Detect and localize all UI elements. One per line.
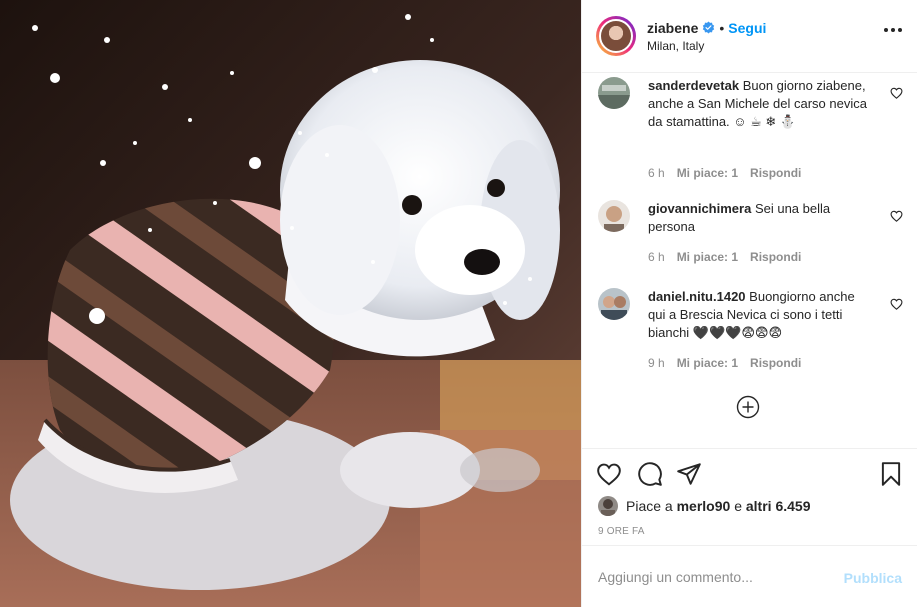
comment-avatar[interactable] <box>598 77 630 109</box>
header-separator: • <box>719 19 725 36</box>
comment-username[interactable]: daniel.nitu.1420 <box>648 289 746 304</box>
comment-meta: 9 h Mi piace: 1 Rispondi <box>648 356 801 370</box>
likes-others-count[interactable]: altri 6.459 <box>746 498 811 514</box>
comment-time[interactable]: 6 h <box>648 166 665 180</box>
comment-reply-button[interactable]: Rispondi <box>750 356 801 370</box>
header-top-line: ziabene • Segui <box>647 20 766 36</box>
comment-meta: 6 h Mi piace: 1 Rispondi <box>648 166 801 180</box>
action-bar <box>582 448 917 499</box>
comment-body: sanderdevetak Buon giorno ziabene, anche… <box>648 77 873 131</box>
paper-plane-icon[interactable] <box>676 461 702 487</box>
dog-photo-illustration <box>0 0 581 607</box>
post-photo[interactable] <box>0 0 581 607</box>
comment-item: sanderdevetak Buon giorno ziabene, anche… <box>598 77 903 180</box>
follow-button[interactable]: Segui <box>728 20 766 36</box>
heart-icon[interactable] <box>596 461 622 487</box>
comment-meta: 6 h Mi piace: 1 Rispondi <box>648 250 801 264</box>
bookmark-icon[interactable] <box>878 461 904 487</box>
avatar-image <box>598 77 630 109</box>
likes-prefix: Piace a <box>626 498 673 514</box>
comment-username[interactable]: giovannichimera <box>648 201 751 216</box>
comment-composer: Pubblica <box>582 545 917 607</box>
comment-item: giovannichimera Sei una bella persona 6 … <box>598 200 903 270</box>
comment-reply-button[interactable]: Rispondi <box>750 166 801 180</box>
comment-item: daniel.nitu.1420 Buongiorno anche qui a … <box>598 288 903 378</box>
post-header: ziabene • Segui Milan, Italy <box>582 0 917 73</box>
comment-avatar[interactable] <box>598 200 630 232</box>
comment-input[interactable] <box>598 565 838 589</box>
comment-like-heart-icon[interactable] <box>890 87 903 99</box>
profile-avatar[interactable] <box>596 16 636 56</box>
more-options-icon[interactable] <box>884 28 902 32</box>
location-link[interactable]: Milan, Italy <box>647 39 766 53</box>
post-modal: ziabene • Segui Milan, Italy sanderdevet… <box>0 0 917 607</box>
comments-list: sanderdevetak Buon giorno ziabene, anche… <box>582 73 917 448</box>
comment-body: daniel.nitu.1420 Buongiorno anche qui a … <box>648 288 873 342</box>
username-link[interactable]: ziabene <box>647 20 698 36</box>
comment-likes-count[interactable]: Mi piace: 1 <box>677 250 738 264</box>
likes-conj: e <box>734 498 742 514</box>
avatar-image <box>598 288 630 320</box>
verified-badge-icon <box>703 21 715 34</box>
liker-avatar[interactable] <box>598 496 618 516</box>
comment-username[interactable]: sanderdevetak <box>648 78 739 93</box>
avatar-image <box>598 496 618 516</box>
comment-time[interactable]: 9 h <box>648 356 665 370</box>
comment-avatar[interactable] <box>598 288 630 320</box>
comment-time[interactable]: 6 h <box>648 250 665 264</box>
publish-button[interactable]: Pubblica <box>844 570 902 586</box>
header-text: ziabene • Segui Milan, Italy <box>647 20 766 53</box>
profile-avatar-image <box>599 19 633 53</box>
comment-body: giovannichimera Sei una bella persona <box>648 200 873 236</box>
post-timestamp[interactable]: 9 ORE FA <box>598 526 645 537</box>
comment-likes-count[interactable]: Mi piace: 1 <box>677 166 738 180</box>
post-side-panel: ziabene • Segui Milan, Italy sanderdevet… <box>581 0 917 607</box>
comment-like-heart-icon[interactable] <box>890 210 903 222</box>
plus-circle-icon[interactable] <box>736 395 760 419</box>
likes-summary: Piace a merlo90 e altri 6.459 <box>598 496 810 516</box>
comment-like-heart-icon[interactable] <box>890 298 903 310</box>
comment-reply-button[interactable]: Rispondi <box>750 250 801 264</box>
avatar-image <box>598 200 630 232</box>
comment-icon[interactable] <box>637 461 663 487</box>
liker-username[interactable]: merlo90 <box>677 498 731 514</box>
comment-likes-count[interactable]: Mi piace: 1 <box>677 356 738 370</box>
